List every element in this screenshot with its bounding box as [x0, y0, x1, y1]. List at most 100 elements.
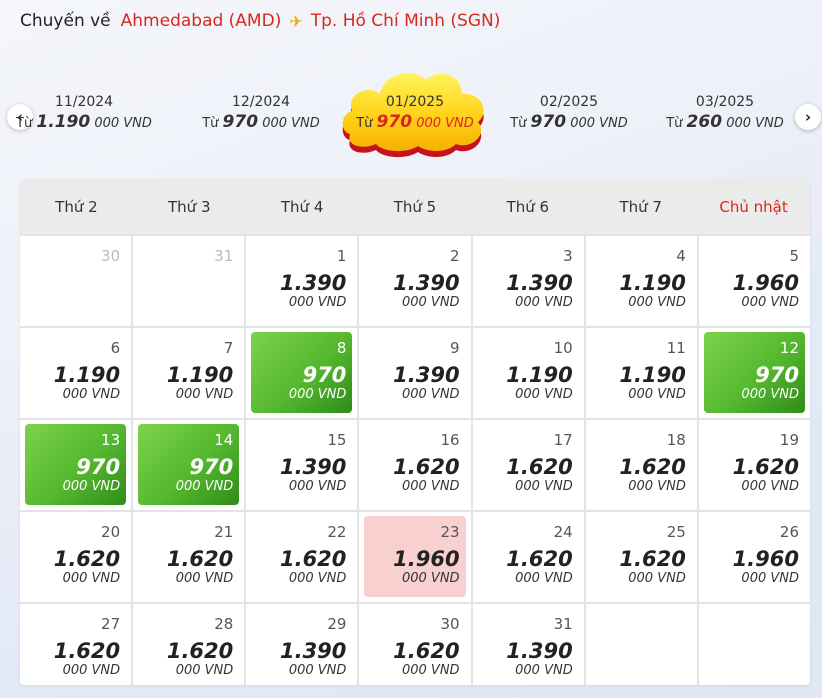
- day-number: 2: [450, 247, 460, 265]
- day-number: 8: [336, 339, 347, 357]
- day-currency: 000 VND: [741, 387, 799, 402]
- calendar-day-cell[interactable]: 24 1.620 000 VND: [472, 512, 584, 602]
- day-currency: 000 VND: [741, 479, 799, 494]
- calendar-day-cell[interactable]: 16 1.620 000 VND: [359, 420, 471, 510]
- day-number: 4: [676, 247, 686, 265]
- calendar-day-cell: 30: [20, 236, 132, 326]
- calendar-day-cell[interactable]: 1 1.390 000 VND: [246, 236, 358, 326]
- calendar-day-cell[interactable]: 15 1.390 000 VND: [246, 420, 358, 510]
- day-cell-inner: 11 1.190 000 VND: [591, 332, 692, 413]
- calendar-day-cell[interactable]: 5 1.960 000 VND: [698, 236, 810, 326]
- day-price: 970: [76, 455, 121, 479]
- day-number: 27: [101, 615, 121, 633]
- day-price: 1.190: [166, 363, 234, 387]
- calendar-day-cell[interactable]: 11 1.190 000 VND: [585, 328, 697, 418]
- calendar-day-cell[interactable]: 10 1.190 000 VND: [472, 328, 584, 418]
- month-tab-2-active[interactable]: 01/2025 Từ 970 000 VND: [340, 94, 490, 132]
- calendar-day-cell[interactable]: 26 1.960 000 VND: [698, 512, 810, 602]
- calendar-day-cell[interactable]: 22 1.620 000 VND: [246, 512, 358, 602]
- month-tab-1[interactable]: 12/2024 Từ 970 000 VND: [186, 94, 336, 132]
- calendar-day-cell[interactable]: 9 1.390 000 VND: [359, 328, 471, 418]
- day-cell-inner: 10 1.190 000 VND: [478, 332, 579, 413]
- day-price: 1.620: [393, 455, 460, 479]
- day-currency: 000 VND: [288, 571, 347, 586]
- day-cell-inner: 2 1.390 000 VND: [364, 240, 465, 321]
- month-tab-3[interactable]: 02/2025 Từ 970 000 VND: [494, 94, 644, 132]
- day-currency: 000 VND: [401, 295, 460, 310]
- calendar-day-cell[interactable]: 25 1.620 000 VND: [585, 512, 697, 602]
- calendar-day-cell[interactable]: 2 1.390 000 VND: [359, 236, 471, 326]
- calendar-day-cell[interactable]: 30 1.620 000 VND: [359, 604, 471, 685]
- day-currency: 000 VND: [288, 295, 347, 310]
- day-price: 1.190: [506, 363, 573, 387]
- day-cell-inner: 18 1.620 000 VND: [591, 424, 692, 505]
- day-cell-inner: 14 970 000 VND: [138, 424, 240, 505]
- calendar-day-cell[interactable]: 12 970 000 VND: [698, 328, 810, 418]
- day-cell-inner: 5 1.960 000 VND: [704, 240, 805, 321]
- day-number: 31: [214, 247, 234, 265]
- day-cell-inner: 31 1.390 000 VND: [478, 608, 579, 685]
- weekday-thu: Thứ 5: [393, 197, 437, 216]
- calendar-day-cell[interactable]: 28 1.620 000 VND: [133, 604, 245, 685]
- day-currency: 000 VND: [62, 663, 121, 678]
- calendar-day-cell[interactable]: 13 970 000 VND: [20, 420, 132, 510]
- route-header: Chuyến về Ahmedabad (AMD) ✈ Tp. Hồ Chí M…: [20, 9, 500, 33]
- calendar-day-cell[interactable]: 21 1.620 000 VND: [133, 512, 245, 602]
- calendar-day-cell[interactable]: 23 1.960 000 VND: [359, 512, 471, 602]
- day-currency: 000 VND: [62, 387, 121, 402]
- calendar-day-cell[interactable]: 8 970 000 VND: [246, 328, 358, 418]
- month-tab-4[interactable]: 03/2025 Từ 260 000 VND: [650, 94, 800, 132]
- day-price: 1.620: [732, 455, 799, 479]
- day-number: 21: [214, 523, 234, 541]
- calendar-day-cell[interactable]: 18 1.620 000 VND: [585, 420, 697, 510]
- day-price: 1.620: [393, 639, 460, 663]
- calendar-cell-empty: [698, 604, 810, 685]
- next-month-button[interactable]: ›: [795, 104, 821, 130]
- day-currency: 000 VND: [515, 387, 573, 402]
- day-number: 7: [223, 339, 234, 357]
- calendar-day-cell[interactable]: 27 1.620 000 VND: [20, 604, 132, 685]
- day-currency: 000 VND: [628, 295, 686, 310]
- day-cell-inner: 25 1.620 000 VND: [591, 516, 692, 597]
- day-cell-inner: 12 970 000 VND: [703, 332, 805, 413]
- calendar-cell-empty: [585, 604, 697, 685]
- calendar-day-cell[interactable]: 14 970 000 VND: [133, 420, 245, 510]
- day-number: 17: [553, 431, 573, 449]
- day-cell-inner: 6 1.190 000 VND: [25, 332, 126, 413]
- calendar-day-cell[interactable]: 29 1.390 000 VND: [246, 604, 358, 685]
- day-cell-inner: 27 1.620 000 VND: [25, 608, 126, 685]
- day-price: 1.190: [53, 363, 121, 387]
- day-price: 1.960: [732, 271, 799, 295]
- day-cell-inner: 9 1.390 000 VND: [364, 332, 465, 413]
- day-number: 30: [101, 247, 121, 265]
- day-number: 6: [110, 339, 121, 357]
- day-currency: 000 VND: [628, 571, 686, 586]
- day-number: 30: [440, 615, 460, 633]
- day-price: 1.620: [279, 547, 347, 571]
- calendar-day-cell[interactable]: 17 1.620 000 VND: [472, 420, 584, 510]
- calendar-day-cell[interactable]: 19 1.620 000 VND: [698, 420, 810, 510]
- day-currency: 000 VND: [175, 571, 234, 586]
- day-cell-inner: 23 1.960 000 VND: [364, 516, 466, 597]
- day-currency: 000 VND: [401, 387, 460, 402]
- day-price: 1.620: [166, 639, 234, 663]
- calendar-day-cell[interactable]: 20 1.620 000 VND: [20, 512, 132, 602]
- day-price: 1.620: [166, 547, 234, 571]
- month-tab-0[interactable]: 11/2024 Từ 1.190 000 VND: [9, 94, 159, 132]
- month-selector: ‹ 11/2024 Từ 1.190 000 VND 12/2024 Từ 97…: [0, 68, 822, 160]
- day-cell-inner: 7 1.190 000 VND: [138, 332, 239, 413]
- weekday-header: Thứ 2 Thứ 3 Thứ 4 Thứ 5 Thứ 6 Thứ 7 Chủ …: [20, 179, 810, 234]
- calendar-day-cell[interactable]: 7 1.190 000 VND: [133, 328, 245, 418]
- calendar-day-cell[interactable]: 3 1.390 000 VND: [472, 236, 584, 326]
- calendar-day-cell[interactable]: 31 1.390 000 VND: [472, 604, 584, 685]
- month-name: 12/2024: [231, 94, 291, 110]
- day-currency: 000 VND: [515, 571, 573, 586]
- fare-calendar: Thứ 2 Thứ 3 Thứ 4 Thứ 5 Thứ 6 Thứ 7 Chủ …: [20, 179, 810, 685]
- calendar-day-cell[interactable]: 6 1.190 000 VND: [20, 328, 132, 418]
- day-cell-inner: 15 1.390 000 VND: [251, 424, 352, 505]
- calendar-day-cell[interactable]: 4 1.190 000 VND: [585, 236, 697, 326]
- day-cell-inner: 21 1.620 000 VND: [138, 516, 239, 597]
- day-price: 1.390: [506, 639, 573, 663]
- day-price: 1.620: [506, 455, 573, 479]
- day-price: 1.960: [393, 547, 460, 571]
